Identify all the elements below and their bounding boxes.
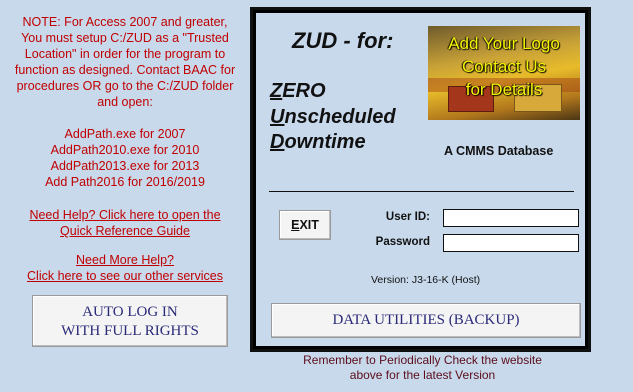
version-text: Version: J3-16-K (Host) xyxy=(371,274,481,286)
exit-button[interactable]: EXIT xyxy=(279,210,331,240)
tagline-zero: ZERO xyxy=(270,80,326,103)
cmms-subtitle: A CMMS Database xyxy=(444,144,554,158)
user-id-label: User ID: xyxy=(385,211,430,223)
login-frame: ZUD - for: ZERO Unscheduled Downtime Add… xyxy=(250,7,591,352)
user-id-input[interactable] xyxy=(443,209,579,227)
password-label: Password xyxy=(375,236,430,248)
exit-label-rest: XIT xyxy=(299,218,319,232)
note-text: NOTE: For Access 2007 and greater, You m… xyxy=(14,15,236,109)
tagline-unscheduled: Unscheduled xyxy=(270,106,396,129)
logo-placeholder-text: Add Your Logo Contact Us for Details xyxy=(448,34,560,99)
tagline-unscheduled-rest: nscheduled xyxy=(284,106,396,128)
access-trusted-location-note: NOTE: For Access 2007 and greater, You m… xyxy=(12,14,238,190)
auto-login-full-rights-button[interactable]: AUTO LOG IN WITH FULL RIGHTS xyxy=(32,295,228,347)
tagline-unscheduled-cap: U xyxy=(270,106,285,128)
other-services-link[interactable]: Need More Help? Click here to see our ot… xyxy=(10,252,240,284)
update-reminder-text: Remember to Periodically Check the websi… xyxy=(303,353,542,382)
tagline-downtime-cap: D xyxy=(270,131,285,153)
divider xyxy=(269,191,574,192)
data-utilities-backup-button[interactable]: DATA UTILITIES (BACKUP) xyxy=(271,303,581,338)
logo-placeholder-image[interactable]: Add Your Logo Contact Us for Details xyxy=(428,26,580,120)
tagline-downtime-rest: owntime xyxy=(284,131,366,153)
tagline-downtime: Downtime xyxy=(270,131,366,154)
app-title: ZUD - for: xyxy=(292,28,394,53)
tagline-zero-cap: Z xyxy=(270,80,283,102)
quick-reference-guide-link[interactable]: Need Help? Click here to open the Quick … xyxy=(10,207,240,239)
addpath-tools-list: AddPath.exe for 2007 AddPath2010.exe for… xyxy=(45,127,205,189)
login-panel: ZUD - for: ZERO Unscheduled Downtime Add… xyxy=(256,13,585,346)
password-input[interactable] xyxy=(443,234,579,252)
tagline-zero-rest: ERO xyxy=(282,80,326,102)
